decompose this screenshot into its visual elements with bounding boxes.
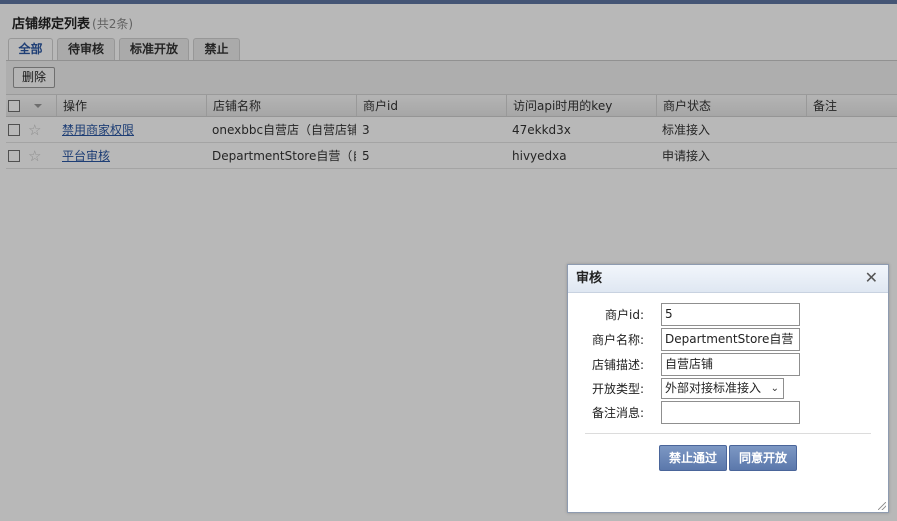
open-type-select[interactable]: 外部对接标准接入 ⌄ [661, 378, 784, 399]
merchant-name-label: 商户名称: [591, 333, 644, 347]
dialog-divider [585, 433, 871, 434]
field-row-merchant-id: 商户id: 5 [568, 303, 888, 327]
resize-handle[interactable] [878, 502, 886, 510]
store-desc-input[interactable]: 自营店铺 [661, 353, 800, 376]
approve-button[interactable]: 同意开放 [729, 445, 798, 471]
close-icon[interactable]: ✕ [865, 269, 878, 287]
open-type-label: 开放类型: [591, 382, 644, 396]
dialog-title: 审核 [576, 271, 603, 286]
field-row-store-desc: 店铺描述: 自营店铺 [568, 353, 888, 377]
remark-input[interactable] [661, 401, 800, 424]
open-type-value: 外部对接标准接入 [665, 381, 762, 395]
field-row-remark: 备注消息: [568, 401, 888, 425]
store-desc-label: 店铺描述: [591, 358, 644, 372]
dialog-header: 审核 ✕ [568, 265, 888, 293]
merchant-id-label: 商户id: [605, 308, 644, 322]
field-row-open-type: 开放类型: 外部对接标准接入 ⌄ [568, 377, 888, 401]
field-row-merchant-name: 商户名称: DepartmentStore自营（ [568, 328, 888, 352]
chevron-down-icon: ⌄ [770, 383, 779, 394]
review-dialog: 审核 ✕ 商户id: 5 商户名称: DepartmentStore自营（ 店铺… [567, 264, 889, 513]
remark-label: 备注消息: [591, 406, 644, 420]
merchant-name-input[interactable]: DepartmentStore自营（ [661, 328, 800, 351]
reject-button[interactable]: 禁止通过 [659, 445, 728, 471]
merchant-id-input[interactable]: 5 [661, 303, 800, 326]
